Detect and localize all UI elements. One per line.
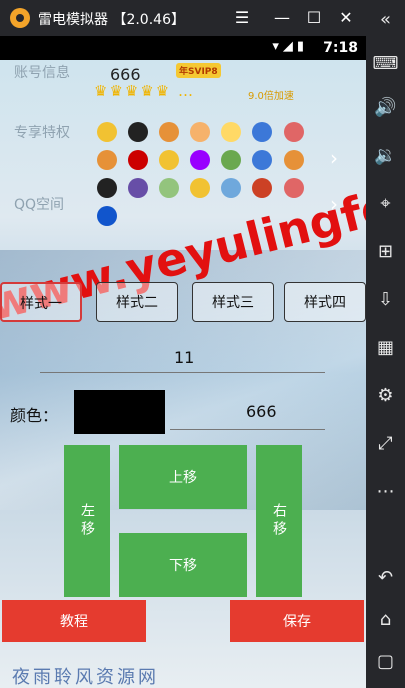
status-icons: ▾◢▮ bbox=[272, 39, 308, 54]
tab-style-1[interactable]: 样式一 bbox=[0, 282, 82, 322]
privilege-icon bbox=[97, 206, 117, 226]
number-input-underline bbox=[40, 372, 325, 373]
location-icon[interactable]: ⌖ bbox=[366, 188, 405, 220]
recent-apps-icon[interactable]: ▢ bbox=[366, 646, 405, 678]
status-bar: ▾◢▮ 7:18 bbox=[0, 36, 366, 60]
privilege-icon bbox=[252, 150, 273, 170]
privilege-icon bbox=[128, 122, 149, 142]
privilege-icon bbox=[97, 122, 117, 142]
back-icon[interactable]: ↶ bbox=[366, 562, 405, 594]
home-icon[interactable]: ⌂ bbox=[366, 604, 405, 636]
move-left-label: 左移 bbox=[79, 503, 95, 539]
privilege-icon bbox=[283, 122, 304, 142]
privilege-icon bbox=[159, 150, 180, 170]
app-screen: 账号信息 666 年SVIP8 ♛♛♛♛♛ … 9.0倍加速 专享特权 › QQ… bbox=[0, 60, 366, 688]
privilege-label: 专享特权 bbox=[14, 125, 70, 141]
keyboard-icon[interactable]: ▦ bbox=[366, 332, 405, 364]
privilege-icon bbox=[221, 178, 242, 198]
privilege-icon bbox=[252, 122, 273, 142]
settings-icon[interactable]: ⚙ bbox=[366, 380, 405, 412]
move-right-label: 右移 bbox=[271, 503, 287, 539]
more-icon[interactable]: ⋯ bbox=[366, 476, 405, 508]
menu-icon[interactable]: ☰ bbox=[230, 6, 254, 30]
tutorial-button[interactable]: 教程 bbox=[2, 600, 146, 642]
account-label: 账号信息 bbox=[14, 65, 70, 81]
move-up-button[interactable]: 上移 bbox=[119, 445, 247, 509]
privilege-icon bbox=[252, 178, 273, 198]
fullscreen-icon[interactable]: ⤢ bbox=[366, 428, 405, 460]
color-swatch[interactable] bbox=[74, 390, 165, 434]
emulator-title-bar: 雷电模拟器 【2.0.46】 ☰ — ☐ ✕ bbox=[0, 0, 366, 36]
privilege-icon bbox=[190, 150, 211, 170]
privilege-icon bbox=[128, 178, 149, 198]
footer-watermark: 夜雨聆风资源网 bbox=[12, 667, 159, 688]
color-label: 颜色： bbox=[10, 406, 59, 425]
tab-style-2[interactable]: 样式二 bbox=[96, 282, 178, 322]
privilege-icon bbox=[97, 150, 117, 170]
keyboard-mapping-icon[interactable]: ⌨ bbox=[366, 48, 405, 80]
privilege-icon bbox=[283, 150, 304, 170]
privilege-icon bbox=[190, 178, 211, 198]
crown-icons: ♛♛♛♛♛ … bbox=[94, 82, 196, 100]
move-down-button[interactable]: 下移 bbox=[119, 533, 247, 597]
minimize-icon[interactable]: — bbox=[270, 6, 294, 30]
app-logo-icon bbox=[10, 8, 30, 28]
speed-badge: 9.0倍加速 bbox=[248, 91, 294, 102]
status-time: 7:18 bbox=[323, 40, 358, 56]
privilege-icon bbox=[190, 122, 211, 142]
add-window-icon[interactable]: ⊞ bbox=[366, 236, 405, 268]
maximize-icon[interactable]: ☐ bbox=[302, 6, 326, 30]
number-input[interactable]: 11 bbox=[174, 348, 194, 367]
privilege-icon bbox=[97, 178, 117, 198]
collapse-icon[interactable]: « bbox=[366, 4, 405, 36]
privilege-icon bbox=[283, 178, 304, 198]
tab-style-3[interactable]: 样式三 bbox=[192, 282, 274, 322]
volume-up-icon[interactable]: 🔊 bbox=[366, 92, 405, 124]
privilege-icon bbox=[221, 122, 242, 142]
privilege-icon bbox=[159, 178, 180, 198]
window-title: 雷电模拟器 【2.0.46】 bbox=[38, 12, 185, 28]
save-button[interactable]: 保存 bbox=[230, 600, 364, 642]
install-apk-icon[interactable]: ⇩ bbox=[366, 284, 405, 316]
color-input-underline bbox=[170, 429, 325, 430]
privilege-icon bbox=[128, 150, 149, 170]
emulator-sidebar: « ⌨ 🔊 🔉 ⌖ ⊞ ⇩ ▦ ⚙ ⤢ ⋯ ↶ ⌂ ▢ bbox=[366, 0, 405, 688]
qzone-label: QQ空间 bbox=[14, 197, 65, 213]
move-right-button[interactable]: 右移 bbox=[256, 445, 302, 597]
privilege-icon bbox=[221, 150, 242, 170]
move-left-button[interactable]: 左移 bbox=[64, 445, 110, 597]
color-value-input[interactable]: 666 bbox=[246, 402, 277, 421]
privilege-chevron-icon[interactable]: › bbox=[330, 146, 338, 170]
close-icon[interactable]: ✕ bbox=[334, 6, 358, 30]
volume-down-icon[interactable]: 🔉 bbox=[366, 140, 405, 172]
svip-badge: 年SVIP8 bbox=[176, 63, 221, 78]
tab-style-4[interactable]: 样式四 bbox=[284, 282, 366, 322]
privilege-icon bbox=[159, 122, 180, 142]
